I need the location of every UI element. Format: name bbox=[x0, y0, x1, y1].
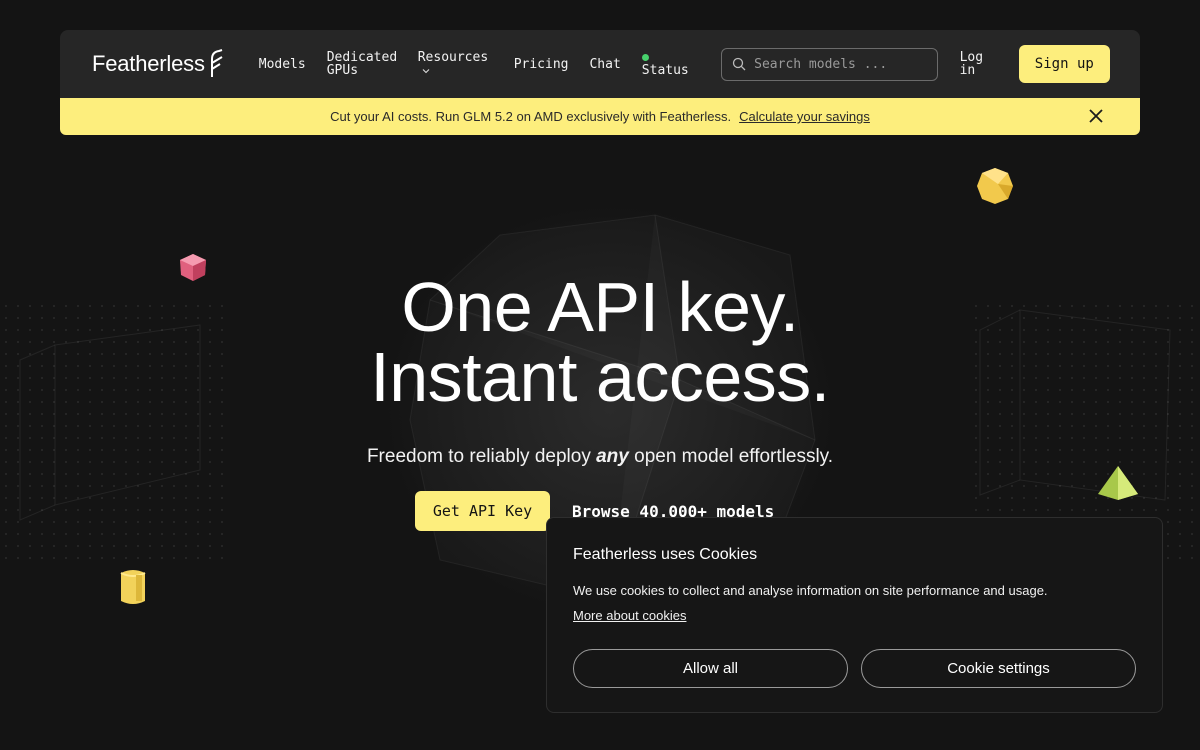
yellow-sphere-gem-icon bbox=[977, 168, 1013, 204]
hero-subtitle-end: open model effortlessly. bbox=[628, 446, 834, 467]
signup-button[interactable]: Sign up bbox=[1018, 45, 1110, 83]
status-indicator-dot bbox=[641, 54, 649, 61]
close-icon[interactable] bbox=[1088, 108, 1104, 124]
brand-name: Featherless bbox=[92, 51, 205, 76]
cookie-buttons: Allow all Cookie settings bbox=[573, 649, 1136, 688]
feather-logo-icon bbox=[210, 49, 223, 77]
hero-title: One API key. Instant access. bbox=[0, 272, 1200, 412]
nav-link-status-label: Status bbox=[641, 63, 689, 78]
nav-link-pricing[interactable]: Pricing bbox=[514, 58, 569, 71]
chevron-down-icon bbox=[422, 68, 430, 73]
nav-link-status[interactable]: Status bbox=[641, 51, 698, 78]
cookie-consent-dialog: Featherless uses Cookies We use cookies … bbox=[546, 517, 1163, 713]
hero-subtitle-start: Freedom to reliably deploy bbox=[366, 446, 597, 467]
hero-title-line-2: Instant access. bbox=[370, 338, 830, 416]
cookie-settings-button[interactable]: Cookie settings bbox=[861, 649, 1136, 688]
yellow-cylinder-gem-icon bbox=[120, 570, 146, 604]
nav-link-models[interactable]: Models bbox=[259, 58, 306, 71]
hero-subtitle: Freedom to reliably deploy any open mode… bbox=[0, 446, 1200, 468]
search-icon bbox=[732, 57, 746, 71]
brand-logo[interactable]: Featherless bbox=[92, 49, 225, 79]
banner-text: Cut your AI costs. Run GLM 5.2 on AMD ex… bbox=[330, 109, 732, 124]
nav-link-chat[interactable]: Chat bbox=[589, 58, 620, 71]
green-pyramid-gem-icon bbox=[1098, 466, 1138, 500]
banner-savings-link[interactable]: Calculate your savings bbox=[739, 109, 870, 124]
nav-link-dedicated-gpus[interactable]: Dedicated GPUs bbox=[327, 51, 397, 77]
get-api-key-button[interactable]: Get API Key bbox=[415, 491, 550, 531]
announcement-banner: Cut your AI costs. Run GLM 5.2 on AMD ex… bbox=[60, 98, 1140, 135]
nav-link-resources[interactable]: Resources bbox=[418, 51, 493, 77]
cookie-title: Featherless uses Cookies bbox=[573, 546, 758, 563]
nav-links: Models Dedicated GPUs Resources Pricing … bbox=[259, 51, 719, 77]
search-box[interactable] bbox=[721, 47, 938, 81]
nav-link-resources-label: Resources bbox=[417, 50, 489, 65]
cookie-description: We use cookies to collect and analyse in… bbox=[573, 583, 1048, 598]
hero-subtitle-emphasis: any bbox=[596, 446, 629, 467]
search-input[interactable] bbox=[754, 56, 925, 72]
top-navigation: Featherless Models Dedicated GPUs Resour… bbox=[60, 30, 1140, 98]
more-about-cookies-link[interactable]: More about cookies bbox=[573, 608, 686, 623]
login-link[interactable]: Log in bbox=[960, 51, 995, 77]
allow-all-cookies-button[interactable]: Allow all bbox=[573, 649, 848, 688]
hero-title-line-1: One API key. bbox=[401, 268, 799, 346]
